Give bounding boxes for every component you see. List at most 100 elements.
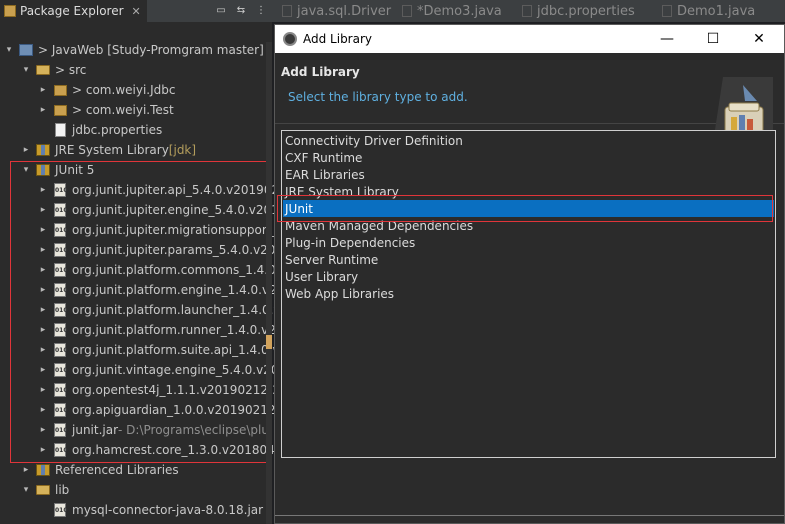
- collapsed-arrow-icon[interactable]: ▸: [38, 365, 48, 375]
- tree-item[interactable]: jdbc.properties: [0, 120, 162, 140]
- tree-item[interactable]: ▸ > com.weiyi.Test: [0, 100, 174, 120]
- tree-item-suffix: [jdk]: [168, 143, 197, 157]
- collapsed-arrow-icon[interactable]: ▸: [38, 445, 48, 455]
- jar-icon: 010: [52, 222, 68, 238]
- collapsed-arrow-icon[interactable]: ▸: [38, 405, 48, 415]
- collapsed-arrow-icon[interactable]: ▸: [38, 245, 48, 255]
- tree-item[interactable]: ▸ 010 org.opentest4j_1.1.1.v20190212-2: [0, 380, 280, 400]
- collapsed-arrow-icon[interactable]: ▸: [38, 265, 48, 275]
- jar-icon: 010: [52, 382, 68, 398]
- collapsed-arrow-icon[interactable]: ▸: [38, 325, 48, 335]
- collapsed-arrow-icon[interactable]: ▸: [38, 185, 48, 195]
- tree-item-label: mysql-connector-java-8.0.18.jar: [72, 503, 264, 517]
- tree-item-label: lib: [55, 483, 70, 497]
- tree-item[interactable]: ▸ Referenced Libraries: [0, 460, 179, 480]
- tree-item-label: JRE System Library: [55, 143, 169, 157]
- tree-item[interactable]: ▸ > com.weiyi.Jdbc: [0, 80, 176, 100]
- jar-icon: 010: [52, 442, 68, 458]
- collapsed-arrow-icon[interactable]: ▸: [21, 145, 31, 155]
- expanded-arrow-icon[interactable]: ▾: [21, 65, 31, 75]
- editor-tab[interactable]: jdbc.properties: [516, 0, 641, 22]
- tree-item[interactable]: ▸ 010 org.junit.platform.suite.api_1.4.0.v…: [0, 340, 287, 360]
- tree-item[interactable]: ▾ JUnit 5: [0, 160, 95, 180]
- close-icon[interactable]: ✕: [132, 5, 141, 18]
- close-button[interactable]: ✕: [736, 25, 782, 53]
- tree-item-label: > JavaWeb [Study-Promgram master]: [38, 43, 264, 57]
- tree-item[interactable]: ▸ JRE System Library [jdk]: [0, 140, 196, 160]
- collapsed-arrow-icon[interactable]: ▸: [21, 465, 31, 475]
- package-explorer-scrollbar[interactable]: [266, 42, 272, 524]
- collapsed-arrow-icon[interactable]: ▸: [38, 85, 48, 95]
- tree-item[interactable]: ▸ 010 junit.jar - D:\Programs\eclipse\plu: [0, 420, 269, 440]
- jar-icon: 010: [52, 342, 68, 358]
- package-explorer-panel: Package Explorer ✕ ▭ ⇆ ⋮ ▾ > JavaWeb [Stu…: [0, 0, 288, 524]
- editor-tab[interactable]: *Demo3.java: [396, 0, 508, 22]
- tree-item-label: org.hamcrest.core_1.3.0.v2018042: [72, 443, 283, 457]
- collapsed-arrow-icon[interactable]: ▸: [38, 385, 48, 395]
- package-explorer-title: Package Explorer: [20, 4, 124, 18]
- dialog-titlebar[interactable]: Add Library — ☐ ✕: [275, 25, 784, 53]
- expanded-arrow-icon[interactable]: ▾: [21, 485, 31, 495]
- tree-item[interactable]: ▸ 010 org.junit.platform.launcher_1.4.0.v2: [0, 300, 288, 320]
- library-option[interactable]: CXF Runtime: [283, 149, 774, 166]
- package-explorer-tabbar: Package Explorer ✕ ▭ ⇆ ⋮: [0, 0, 272, 23]
- tree-item[interactable]: ▾ > src: [0, 60, 87, 80]
- collapsed-arrow-icon[interactable]: ▸: [38, 345, 48, 355]
- collapsed-arrow-icon[interactable]: ▸: [38, 205, 48, 215]
- package-icon: [52, 82, 68, 98]
- collapsed-arrow-icon[interactable]: ▸: [38, 305, 48, 315]
- java-file-icon: [662, 5, 672, 17]
- library-option[interactable]: JUnit: [283, 200, 774, 217]
- tree-item[interactable]: ▸ 010 org.junit.jupiter.engine_5.4.0.v2019: [0, 200, 286, 220]
- tree-item[interactable]: ▸ 010 org.junit.jupiter.params_5.4.0.v201: [0, 240, 283, 260]
- tree-item-label: Referenced Libraries: [55, 463, 179, 477]
- package-explorer-tab[interactable]: Package Explorer ✕: [0, 0, 147, 22]
- collapsed-arrow-icon[interactable]: ▸: [38, 105, 48, 115]
- tree-item[interactable]: ▸ 010 org.apiguardian_1.0.0.v20190212-: [0, 400, 280, 420]
- maximize-button[interactable]: ☐: [690, 25, 736, 53]
- tree-item[interactable]: ▸ 010 org.junit.jupiter.api_5.4.0.v2019021: [0, 180, 287, 200]
- eclipse-icon: [283, 32, 297, 46]
- tree-item[interactable]: ▸ 010 org.junit.vintage.engine_5.4.0.v201: [0, 360, 286, 380]
- collapse-all-icon[interactable]: ▭: [214, 3, 228, 17]
- minimize-button[interactable]: —: [644, 25, 690, 53]
- tree-item[interactable]: 010 mysql-connector-java-8.0.18.jar: [0, 500, 263, 520]
- collapsed-arrow-icon[interactable]: ▸: [38, 225, 48, 235]
- tree-item[interactable]: ▸ 010 org.junit.platform.runner_1.4.0.v20: [0, 320, 283, 340]
- library-option[interactable]: Web App Libraries: [283, 285, 774, 302]
- jar-icon: 010: [52, 362, 68, 378]
- library-option[interactable]: JRE System Library: [283, 183, 774, 200]
- tree-item[interactable]: ▾ lib: [0, 480, 70, 500]
- library-type-list[interactable]: Connectivity Driver Definition CXF Runtim…: [281, 130, 776, 458]
- tree-item-label: org.junit.platform.launcher_1.4.0.v2: [72, 303, 289, 317]
- link-with-editor-icon[interactable]: ⇆: [234, 3, 248, 17]
- tree-item[interactable]: ▸ 010 org.junit.platform.engine_1.4.0.v20: [0, 280, 284, 300]
- collapsed-arrow-icon[interactable]: ▸: [38, 285, 48, 295]
- collapsed-arrow-icon[interactable]: ▸: [38, 425, 48, 435]
- editor-tabbar: java.sql.Driver *Demo3.java jdbc.propert…: [272, 0, 785, 22]
- library-option[interactable]: Plug-in Dependencies: [283, 234, 774, 251]
- editor-tab[interactable]: java.sql.Driver: [276, 0, 397, 22]
- jar-icon: 010: [52, 402, 68, 418]
- library-option[interactable]: Connectivity Driver Definition: [283, 132, 774, 149]
- library-option[interactable]: User Library: [283, 268, 774, 285]
- tree-item[interactable]: ▸ 010 org.junit.jupiter.migrationsupport_: [0, 220, 278, 240]
- expanded-arrow-icon[interactable]: ▾: [21, 165, 31, 175]
- library-option[interactable]: EAR Libraries: [283, 166, 774, 183]
- tree-item[interactable]: ▸ 010 org.junit.platform.commons_1.4.0.: [0, 260, 280, 280]
- library-icon: [35, 142, 51, 158]
- library-option[interactable]: Maven Managed Dependencies: [283, 217, 774, 234]
- tree-item-label: org.junit.platform.suite.api_1.4.0.v2: [72, 343, 288, 357]
- library-option[interactable]: Server Runtime: [283, 251, 774, 268]
- dialog-header: Add Library Select the library type to a…: [275, 53, 784, 143]
- tree-item-label: > com.weiyi.Jdbc: [72, 83, 176, 97]
- tree-item-label: org.junit.platform.runner_1.4.0.v20: [72, 323, 284, 337]
- jar-icon: 010: [52, 242, 68, 258]
- tree-item[interactable]: ▸ 010 org.hamcrest.core_1.3.0.v2018042: [0, 440, 282, 460]
- scrollbar-thumb[interactable]: [266, 335, 272, 349]
- view-menu-icon[interactable]: ⋮: [254, 3, 268, 17]
- tree-item[interactable]: ▾ > JavaWeb [Study-Promgram master]: [0, 40, 264, 60]
- package-explorer-toolbar: ▭ ⇆ ⋮: [214, 3, 268, 17]
- expanded-arrow-icon[interactable]: ▾: [4, 45, 14, 55]
- editor-tab[interactable]: Demo1.java: [656, 0, 761, 22]
